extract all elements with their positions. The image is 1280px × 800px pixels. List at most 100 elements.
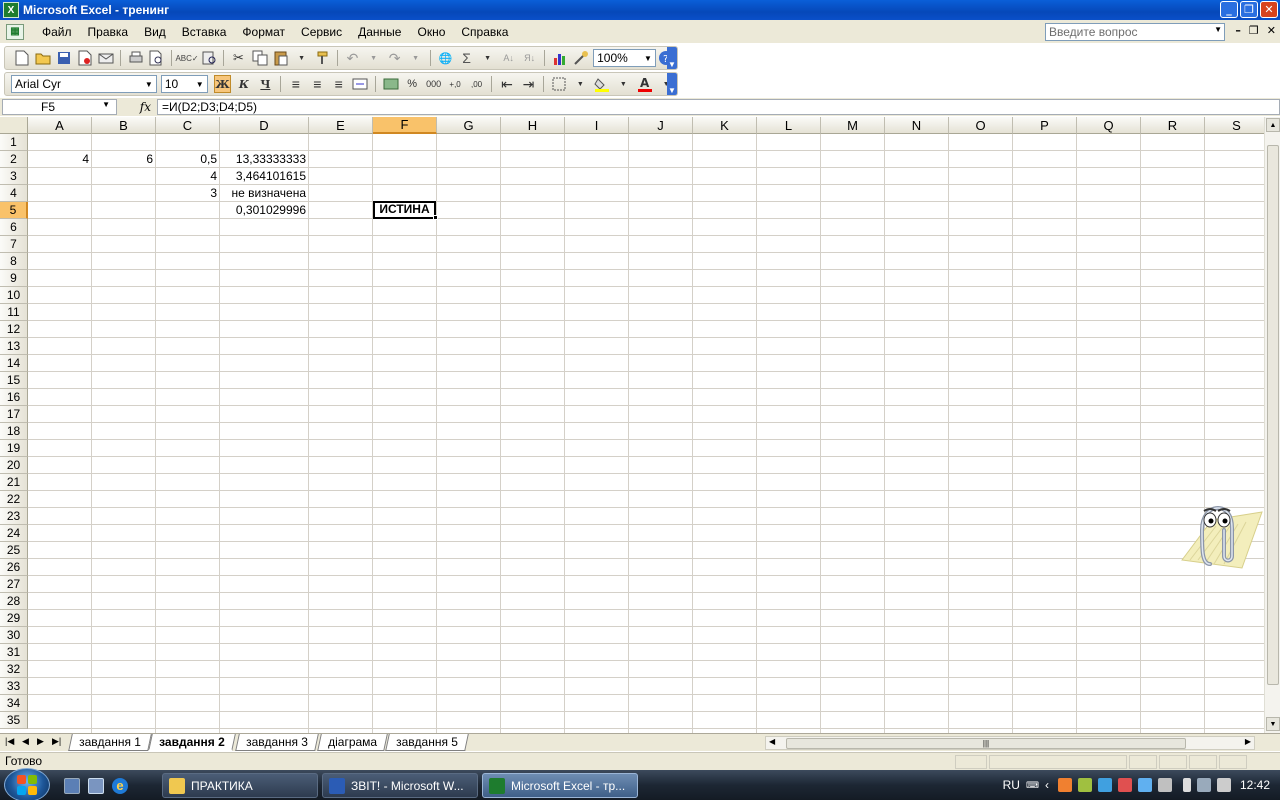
tray-app-icon[interactable] bbox=[1117, 778, 1132, 792]
thousands-separator-button[interactable]: 000 bbox=[425, 75, 442, 93]
font-color-icon[interactable]: A bbox=[636, 75, 653, 93]
row-header-23[interactable]: 23 bbox=[0, 508, 28, 525]
show-hidden-icons[interactable]: ‹ bbox=[1045, 778, 1049, 792]
vertical-scroll-thumb[interactable] bbox=[1267, 145, 1279, 685]
doc-close-icon[interactable]: ✕ bbox=[1267, 24, 1276, 37]
row-header-19[interactable]: 19 bbox=[0, 440, 28, 457]
row-header-29[interactable]: 29 bbox=[0, 610, 28, 627]
toolbar-options-icon[interactable]: ▼ bbox=[667, 73, 677, 95]
task-word-zvit[interactable]: ЗВІТ! - Microsoft W... bbox=[322, 773, 478, 798]
column-header-c[interactable]: C bbox=[156, 117, 220, 134]
minimize-button[interactable]: _ bbox=[1220, 1, 1238, 18]
select-all-corner[interactable] bbox=[0, 117, 28, 134]
row-header-13[interactable]: 13 bbox=[0, 338, 28, 355]
decrease-decimal-button[interactable]: ,00 bbox=[468, 75, 485, 93]
keyboard-layout-icon[interactable]: ⌨ bbox=[1026, 780, 1039, 791]
restore-button[interactable]: ❐ bbox=[1240, 1, 1258, 18]
font-name-select[interactable]: Arial Cyr ▼ bbox=[11, 75, 157, 93]
chevron-down-icon[interactable]: ▼ bbox=[479, 49, 496, 67]
column-header-s[interactable]: S bbox=[1205, 117, 1264, 134]
clock[interactable]: 12:42 bbox=[1240, 778, 1270, 792]
column-header-p[interactable]: P bbox=[1013, 117, 1077, 134]
merge-center-icon[interactable] bbox=[352, 75, 369, 93]
row-header-5[interactable]: 5 bbox=[0, 202, 28, 219]
sheet-tab-zavdannya-2[interactable]: завдання 2 bbox=[148, 734, 236, 751]
menu-data[interactable]: Данные bbox=[350, 25, 409, 39]
menu-view[interactable]: Вид bbox=[136, 25, 174, 39]
zoom-select[interactable]: 100% ▼ bbox=[593, 49, 656, 67]
menu-insert[interactable]: Вставка bbox=[174, 25, 235, 39]
print-preview-icon[interactable] bbox=[148, 49, 165, 67]
currency-icon[interactable] bbox=[382, 75, 399, 93]
chevron-down-icon[interactable]: ▼ bbox=[407, 49, 424, 67]
doc-restore-icon[interactable]: ❐ bbox=[1249, 24, 1259, 37]
copy-icon[interactable] bbox=[251, 49, 268, 67]
row-header-3[interactable]: 3 bbox=[0, 168, 28, 185]
office-assistant-clippy[interactable] bbox=[1172, 490, 1264, 576]
workbook-icon[interactable]: ▦ bbox=[6, 23, 24, 40]
column-header-k[interactable]: K bbox=[693, 117, 757, 134]
chart-wizard-icon[interactable] bbox=[551, 49, 568, 67]
column-header-q[interactable]: Q bbox=[1077, 117, 1141, 134]
chevron-down-icon[interactable]: ▼ bbox=[615, 75, 632, 93]
row-header-8[interactable]: 8 bbox=[0, 253, 28, 270]
sort-ascending-icon[interactable]: A↓ bbox=[500, 49, 517, 67]
task-excel[interactable]: Microsoft Excel - тр... bbox=[482, 773, 638, 798]
percent-button[interactable]: % bbox=[403, 75, 420, 93]
align-right-icon[interactable]: ≡ bbox=[330, 75, 347, 93]
align-center-icon[interactable]: ≡ bbox=[309, 75, 326, 93]
cell-c3[interactable]: 4 bbox=[156, 168, 219, 185]
new-document-icon[interactable] bbox=[13, 49, 30, 67]
redo-icon[interactable]: ↷ bbox=[386, 49, 403, 67]
tray-app-icon[interactable] bbox=[1077, 778, 1092, 792]
menu-file[interactable]: Файл bbox=[34, 25, 80, 39]
cell-d5[interactable]: 0,301029996 bbox=[220, 202, 308, 219]
tray-app-icon[interactable] bbox=[1097, 778, 1112, 792]
row-header-32[interactable]: 32 bbox=[0, 661, 28, 678]
sheet-tab-diagrama[interactable]: діаграма bbox=[317, 734, 388, 751]
scroll-down-icon[interactable]: ▼ bbox=[1266, 717, 1280, 731]
scroll-right-icon[interactable]: ▶ bbox=[1245, 737, 1251, 746]
column-header-j[interactable]: J bbox=[629, 117, 693, 134]
email-icon[interactable] bbox=[97, 49, 114, 67]
chevron-down-icon[interactable]: ▼ bbox=[143, 76, 155, 92]
row-header-34[interactable]: 34 bbox=[0, 695, 28, 712]
row-header-17[interactable]: 17 bbox=[0, 406, 28, 423]
fill-color-icon[interactable] bbox=[593, 75, 610, 93]
row-header-15[interactable]: 15 bbox=[0, 372, 28, 389]
row-header-26[interactable]: 26 bbox=[0, 559, 28, 576]
underline-button[interactable]: Ч bbox=[257, 75, 274, 93]
column-header-l[interactable]: L bbox=[757, 117, 821, 134]
row-header-28[interactable]: 28 bbox=[0, 593, 28, 610]
row-header-31[interactable]: 31 bbox=[0, 644, 28, 661]
column-header-i[interactable]: I bbox=[565, 117, 629, 134]
increase-decimal-button[interactable]: +,0 bbox=[446, 75, 463, 93]
prev-sheet-icon[interactable]: ◀ bbox=[22, 736, 29, 747]
print-icon[interactable] bbox=[127, 49, 144, 67]
decrease-indent-icon[interactable]: ⇤ bbox=[498, 75, 515, 93]
excel-app-icon[interactable]: X bbox=[3, 2, 19, 18]
autosum-icon[interactable]: Σ bbox=[458, 49, 475, 67]
vertical-scrollbar[interactable]: ▲ ▼ bbox=[1264, 117, 1280, 733]
cut-icon[interactable]: ✂ bbox=[230, 49, 247, 67]
open-folder-icon[interactable] bbox=[34, 49, 51, 67]
column-header-g[interactable]: G bbox=[437, 117, 501, 134]
menu-format[interactable]: Формат bbox=[234, 25, 293, 39]
font-size-select[interactable]: 10 ▼ bbox=[160, 75, 208, 93]
save-icon[interactable] bbox=[55, 49, 72, 67]
column-header-r[interactable]: R bbox=[1141, 117, 1205, 134]
cell-d3[interactable]: 3,464101615 bbox=[220, 168, 308, 185]
column-header-n[interactable]: N bbox=[885, 117, 949, 134]
tray-app-icon[interactable] bbox=[1057, 778, 1072, 792]
row-header-4[interactable]: 4 bbox=[0, 185, 28, 202]
row-header-14[interactable]: 14 bbox=[0, 355, 28, 372]
chevron-down-icon[interactable]: ▼ bbox=[293, 49, 310, 67]
tray-app-icon[interactable] bbox=[1157, 778, 1172, 792]
cell-d4[interactable]: не визначена bbox=[220, 185, 308, 202]
window-switch-icon[interactable] bbox=[88, 778, 104, 794]
chevron-down-icon[interactable]: ▼ bbox=[365, 49, 382, 67]
cell-d2[interactable]: 13,33333333 bbox=[220, 151, 308, 168]
scroll-up-icon[interactable]: ▲ bbox=[1266, 118, 1280, 132]
row-header-7[interactable]: 7 bbox=[0, 236, 28, 253]
menu-tools[interactable]: Сервис bbox=[293, 25, 350, 39]
